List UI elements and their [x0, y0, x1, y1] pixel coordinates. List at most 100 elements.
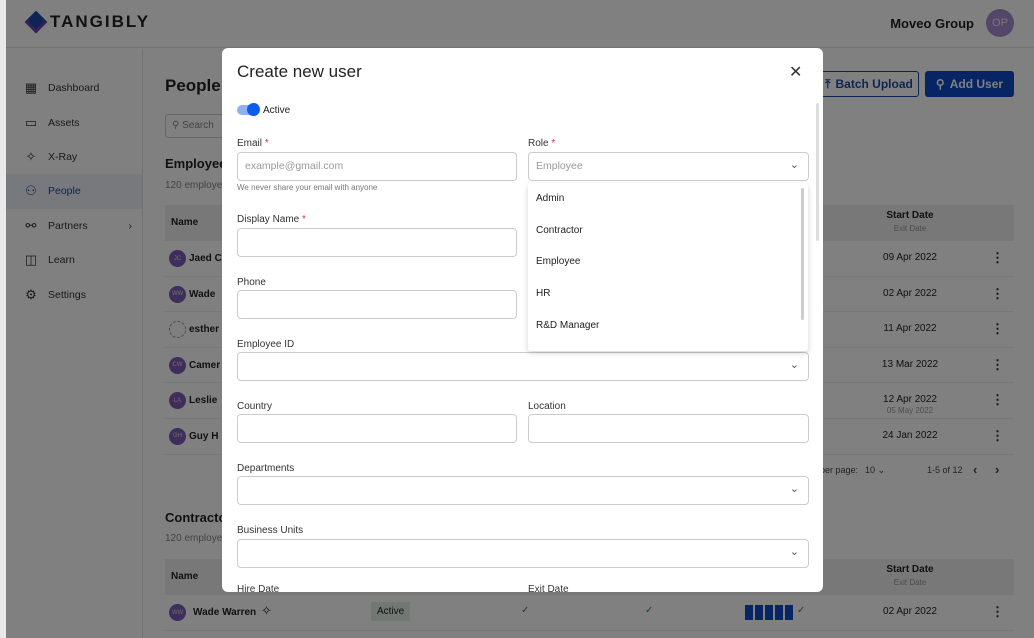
start-date: 02 Apr 2022	[883, 287, 937, 299]
upload-icon: ⤒	[825, 76, 831, 91]
role-option[interactable]: HR	[528, 278, 808, 310]
avatar: WW	[169, 285, 186, 303]
chevron-down-icon: ⌄	[789, 359, 799, 371]
start-date: 12 Apr 2022 05 May 2022	[865, 394, 955, 415]
employee-name[interactable]: esther	[189, 324, 219, 335]
sidebar-item-label: Dashboard	[48, 82, 100, 95]
create-user-dialog: Create new user ✕ Active Email * example…	[222, 48, 823, 592]
employee-name[interactable]: Camer	[189, 360, 220, 371]
active-label: Active	[263, 105, 291, 116]
location-label: Location	[528, 401, 566, 412]
batch-upload-button[interactable]: ⤒ Batch Upload	[819, 71, 919, 97]
sidebar-item-people[interactable]: ⚇ People	[6, 174, 142, 209]
more-options-icon[interactable]: ⋮	[991, 604, 1004, 620]
employee-id-select[interactable]: ⌄	[237, 352, 809, 381]
departments-label: Departments	[237, 463, 295, 474]
business-units-label: Business Units	[237, 525, 304, 536]
employee-id-label: Employee ID	[237, 339, 295, 350]
col-name[interactable]: Name	[171, 217, 198, 228]
dialog-scrollbar[interactable]	[816, 103, 819, 241]
email-hint: We never share your email with anyone	[237, 183, 378, 192]
start-date: 02 Apr 2022	[883, 606, 937, 617]
sparkle-icon: ✧	[25, 148, 37, 164]
user-avatar[interactable]: OP	[986, 9, 1014, 37]
sidebar-item-dashboard[interactable]: ▦ Dashboard	[6, 71, 142, 105]
business-units-select[interactable]: ⌄	[237, 539, 809, 568]
sidebar-item-label: Learn	[48, 254, 75, 267]
sidebar-item-x-ray[interactable]: ✧ X-Ray	[6, 140, 142, 174]
phone-label: Phone	[237, 277, 266, 288]
employee-name[interactable]: Leslie	[189, 395, 217, 406]
more-options-icon[interactable]: ⋮	[991, 286, 1004, 302]
gear-icon: ⚙	[25, 286, 37, 302]
avatar: CW	[169, 356, 186, 374]
sidebar-item-partners[interactable]: ⚯ Partners ›	[6, 209, 142, 243]
col-start-date[interactable]: Start Date Exit Date	[885, 564, 935, 587]
sidebar-item-learn[interactable]: ◫ Learn	[6, 243, 142, 277]
next-page-icon[interactable]: ›	[995, 462, 999, 477]
more-options-icon[interactable]: ⋮	[991, 392, 1004, 408]
start-date: 13 Mar 2022	[881, 358, 939, 370]
email-field[interactable]: example@gmail.com	[237, 152, 517, 181]
sidebar-item-label: Settings	[48, 288, 86, 301]
chevron-down-icon: ⌄	[789, 546, 799, 558]
search-placeholder: Search	[182, 120, 214, 131]
people-icon: ⚇	[25, 183, 37, 199]
page-title: People	[165, 76, 221, 95]
table-row[interactable]: WW Wade Warren ✧ Active ✓ ✓ ✓ 02 Apr 202…	[165, 595, 1014, 631]
more-options-icon[interactable]: ⋮	[991, 357, 1004, 373]
sidebar-item-label: People	[48, 185, 81, 198]
sidebar-item-assets[interactable]: ▭ Assets	[6, 105, 142, 139]
active-toggle[interactable]	[237, 103, 260, 116]
chevron-right-icon[interactable]: ›	[129, 220, 133, 232]
departments-select[interactable]: ⌄	[237, 476, 809, 505]
exit-date: 05 May 2022	[886, 406, 934, 416]
dropdown-scrollbar[interactable]	[801, 188, 804, 320]
logo[interactable]: TANGIBLY	[24, 10, 151, 34]
contractor-name[interactable]: Wade Warren	[193, 607, 256, 618]
hire-date-label: Hire Date	[237, 584, 280, 592]
employee-name[interactable]: Wade	[189, 289, 215, 300]
more-options-icon[interactable]: ⋮	[991, 428, 1004, 444]
rows-per-page-select[interactable]: 10 ⌄	[865, 465, 885, 476]
more-options-icon[interactable]: ⋮	[991, 250, 1004, 266]
role-select[interactable]: Employee ⌄	[528, 152, 809, 181]
email-placeholder: example@gmail.com	[245, 160, 344, 172]
sidebar-item-label: X-Ray	[48, 150, 78, 163]
prev-page-icon[interactable]: ‹	[973, 462, 977, 477]
sidebar-item-settings[interactable]: ⚙ Settings	[6, 277, 142, 311]
location-field[interactable]	[528, 414, 809, 443]
check-icon: ✓	[645, 605, 654, 616]
display-name-field[interactable]	[237, 228, 517, 257]
dialog-title: Create new user	[237, 62, 362, 81]
phone-field[interactable]	[237, 290, 517, 319]
start-date: 24 Jan 2022	[882, 429, 938, 441]
col-start-date[interactable]: Start Date Exit Date	[885, 210, 935, 233]
more-options-icon[interactable]: ⋮	[991, 321, 1004, 337]
role-option[interactable]: Employee	[528, 246, 808, 278]
display-name-label: Display Name *	[237, 214, 306, 225]
status-badge: Active	[371, 602, 411, 621]
employee-name[interactable]: Guy H	[189, 431, 218, 442]
role-option[interactable]: Admin	[528, 183, 808, 215]
col-name[interactable]: Name	[171, 571, 198, 582]
role-option[interactable]: R&D Manager	[528, 309, 808, 341]
sidebar: ▦ Dashboard ▭ Assets ✧ X-Ray ⚇ People ⚯ Partners ›…	[6, 49, 143, 638]
employee-name[interactable]: Jaed C	[189, 253, 222, 264]
logo-diamond-icon	[24, 10, 48, 34]
role-option[interactable]: Contractor	[528, 215, 808, 247]
brand-name: TANGIBLY	[50, 12, 151, 31]
org-name[interactable]: Moveo Group	[890, 16, 974, 31]
chevron-down-icon: ⌄	[789, 483, 799, 495]
add-user-button[interactable]: ⚲ Add User	[925, 71, 1014, 97]
sidebar-item-label: Partners	[48, 219, 88, 232]
close-icon[interactable]: ✕	[789, 62, 802, 82]
avatar: WW	[169, 604, 186, 621]
xray-icon: ✧	[261, 603, 272, 618]
country-field[interactable]	[237, 414, 517, 443]
avatar	[169, 321, 186, 339]
role-value: Employee	[536, 160, 583, 172]
batch-upload-label: Batch Upload	[835, 77, 913, 91]
sidebar-item-label: Assets	[48, 116, 80, 129]
progress-bar	[745, 605, 793, 620]
